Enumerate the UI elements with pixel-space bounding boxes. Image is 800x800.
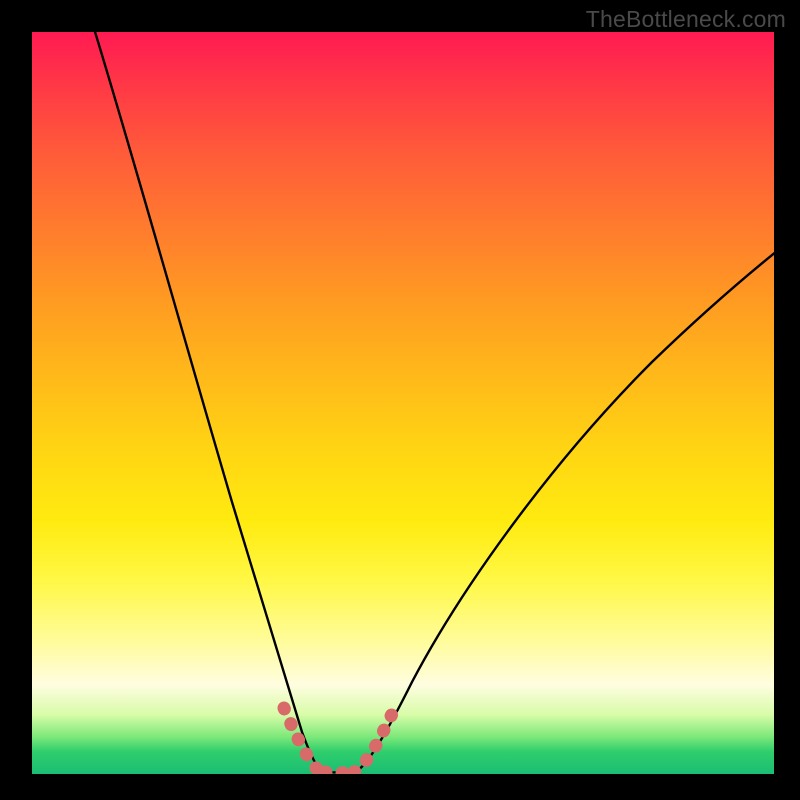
left-curve (92, 32, 321, 771)
plot-area (32, 32, 774, 774)
highlight-right (354, 710, 394, 772)
watermark-text: TheBottleneck.com (586, 6, 786, 33)
highlight-left (284, 708, 325, 772)
highlight-group (284, 708, 394, 773)
right-curve (357, 247, 774, 771)
curve-group (92, 32, 774, 773)
chart-svg (32, 32, 774, 774)
